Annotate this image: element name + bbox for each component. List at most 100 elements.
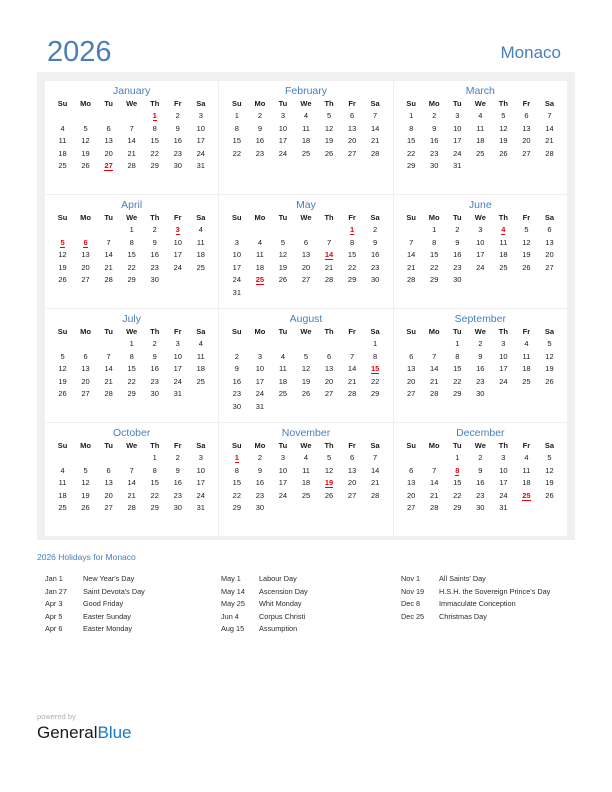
day-cell[interactable]: 10: [492, 465, 515, 478]
day-cell[interactable]: 6: [341, 452, 364, 465]
day-cell[interactable]: 18: [492, 249, 515, 262]
day-cell[interactable]: 24: [469, 262, 492, 275]
day-cell[interactable]: 28: [423, 502, 446, 515]
day-cell[interactable]: 19: [538, 477, 561, 490]
day-cell[interactable]: 23: [248, 490, 271, 503]
day-cell[interactable]: 8: [120, 237, 143, 250]
day-cell[interactable]: 16: [469, 363, 492, 376]
day-cell[interactable]: 5: [51, 351, 74, 364]
day-cell[interactable]: 16: [248, 135, 271, 148]
day-cell[interactable]: 29: [423, 274, 446, 287]
day-cell[interactable]: 15: [446, 477, 469, 490]
day-cell[interactable]: 22: [341, 262, 364, 275]
day-cell[interactable]: 2: [423, 110, 446, 123]
day-cell[interactable]: 11: [515, 351, 538, 364]
day-cell[interactable]: 2: [248, 452, 271, 465]
day-cell[interactable]: 8: [400, 123, 423, 136]
day-cell[interactable]: 17: [469, 249, 492, 262]
day-cell[interactable]: 21: [423, 490, 446, 503]
day-cell[interactable]: 24: [248, 388, 271, 401]
day-cell[interactable]: 12: [515, 237, 538, 250]
day-cell[interactable]: 12: [318, 465, 341, 478]
day-cell[interactable]: 18: [271, 376, 294, 389]
day-cell[interactable]: 9: [143, 237, 166, 250]
day-cell[interactable]: 15: [446, 363, 469, 376]
day-cell[interactable]: 11: [51, 477, 74, 490]
day-cell[interactable]: 31: [492, 502, 515, 515]
day-cell[interactable]: 14: [97, 363, 120, 376]
day-cell[interactable]: 19: [271, 262, 294, 275]
day-cell[interactable]: 24: [166, 376, 189, 389]
day-cell[interactable]: 11: [294, 123, 317, 136]
day-cell[interactable]: 26: [271, 274, 294, 287]
day-cell[interactable]: 2: [166, 452, 189, 465]
day-cell[interactable]: 22: [225, 490, 248, 503]
day-cell[interactable]: 21: [318, 262, 341, 275]
day-cell[interactable]: 22: [120, 376, 143, 389]
day-cell[interactable]: 28: [364, 148, 387, 161]
day-cell[interactable]: 12: [294, 363, 317, 376]
day-cell[interactable]: 12: [74, 477, 97, 490]
day-cell[interactable]: 3: [225, 237, 248, 250]
day-cell[interactable]: 11: [294, 465, 317, 478]
day-cell[interactable]: 7: [538, 110, 561, 123]
day-cell[interactable]: 7: [423, 465, 446, 478]
day-cell[interactable]: 6: [341, 110, 364, 123]
day-cell[interactable]: 21: [423, 376, 446, 389]
day-cell[interactable]: 13: [97, 135, 120, 148]
day-cell[interactable]: 22: [423, 262, 446, 275]
day-cell[interactable]: 15: [341, 249, 364, 262]
day-cell-holiday[interactable]: 15: [364, 363, 387, 376]
day-cell[interactable]: 16: [469, 477, 492, 490]
day-cell[interactable]: 1: [446, 452, 469, 465]
day-cell[interactable]: 13: [294, 249, 317, 262]
day-cell[interactable]: 5: [294, 351, 317, 364]
day-cell[interactable]: 19: [294, 376, 317, 389]
day-cell[interactable]: 15: [120, 249, 143, 262]
day-cell[interactable]: 7: [423, 351, 446, 364]
day-cell[interactable]: 27: [74, 274, 97, 287]
day-cell[interactable]: 31: [446, 160, 469, 173]
day-cell[interactable]: 20: [97, 490, 120, 503]
day-cell[interactable]: 21: [538, 135, 561, 148]
day-cell[interactable]: 29: [446, 388, 469, 401]
day-cell[interactable]: 7: [97, 237, 120, 250]
day-cell[interactable]: 4: [294, 452, 317, 465]
day-cell[interactable]: 19: [51, 262, 74, 275]
day-cell[interactable]: 5: [74, 123, 97, 136]
day-cell[interactable]: 4: [515, 338, 538, 351]
day-cell-holiday[interactable]: 1: [341, 224, 364, 237]
day-cell[interactable]: 25: [51, 502, 74, 515]
day-cell[interactable]: 30: [423, 160, 446, 173]
day-cell[interactable]: 19: [515, 249, 538, 262]
day-cell[interactable]: 24: [189, 148, 212, 161]
day-cell[interactable]: 27: [538, 262, 561, 275]
day-cell[interactable]: 9: [423, 123, 446, 136]
day-cell[interactable]: 8: [143, 465, 166, 478]
day-cell[interactable]: 16: [143, 363, 166, 376]
day-cell[interactable]: 27: [400, 502, 423, 515]
day-cell[interactable]: 27: [74, 388, 97, 401]
day-cell[interactable]: 24: [189, 490, 212, 503]
day-cell[interactable]: 25: [469, 148, 492, 161]
day-cell[interactable]: 25: [271, 388, 294, 401]
day-cell[interactable]: 20: [538, 249, 561, 262]
day-cell[interactable]: 28: [318, 274, 341, 287]
day-cell[interactable]: 10: [189, 465, 212, 478]
day-cell[interactable]: 24: [271, 490, 294, 503]
day-cell[interactable]: 27: [341, 148, 364, 161]
day-cell[interactable]: 3: [492, 452, 515, 465]
day-cell[interactable]: 18: [294, 135, 317, 148]
day-cell[interactable]: 27: [318, 388, 341, 401]
day-cell[interactable]: 5: [74, 465, 97, 478]
day-cell[interactable]: 20: [74, 376, 97, 389]
day-cell[interactable]: 1: [120, 338, 143, 351]
day-cell[interactable]: 28: [120, 160, 143, 173]
day-cell[interactable]: 9: [248, 465, 271, 478]
day-cell[interactable]: 20: [400, 490, 423, 503]
day-cell[interactable]: 2: [469, 338, 492, 351]
day-cell[interactable]: 15: [423, 249, 446, 262]
day-cell[interactable]: 11: [189, 351, 212, 364]
day-cell[interactable]: 24: [492, 490, 515, 503]
day-cell[interactable]: 30: [143, 388, 166, 401]
